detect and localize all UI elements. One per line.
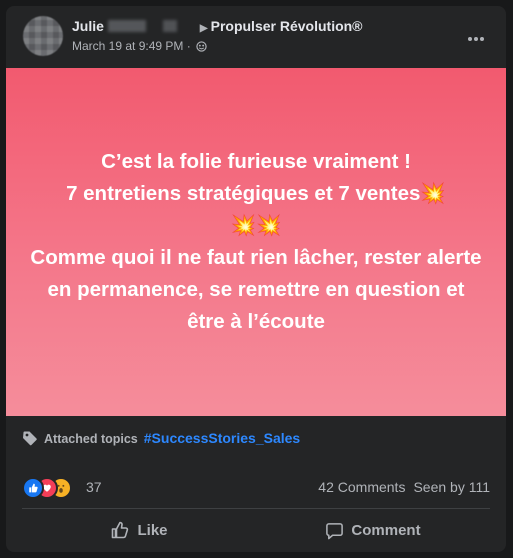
tag-icon bbox=[22, 430, 38, 449]
redacted-surname bbox=[107, 20, 194, 32]
post-meta: March 19 at 9:49 PM · bbox=[72, 39, 207, 55]
engagement-stats: 42 Comments Seen by 111 bbox=[318, 479, 490, 495]
like-label: Like bbox=[137, 521, 168, 539]
topic-hashtag-link[interactable]: #SuccessStories_Sales bbox=[144, 430, 300, 446]
globe-icon bbox=[196, 41, 207, 55]
reaction-count[interactable]: 37 bbox=[86, 479, 102, 495]
post-background: C’est la folie furieuse vraiment ! 7 ent… bbox=[6, 68, 506, 416]
seen-by-count[interactable]: Seen by 111 bbox=[413, 479, 490, 495]
attached-topics-label: Attached topics bbox=[44, 432, 138, 446]
action-divider bbox=[22, 508, 490, 509]
comment-button[interactable]: Comment bbox=[256, 512, 490, 548]
comments-count[interactable]: 42 Comments bbox=[318, 479, 405, 495]
author-avatar[interactable] bbox=[23, 16, 63, 56]
post-actions: Like Comment bbox=[22, 512, 490, 548]
comment-bubble-icon bbox=[325, 521, 344, 540]
caret-right-icon: ▶ bbox=[199, 23, 208, 34]
post-card: Julie ▶ Propulser Révolution® March 19 at … bbox=[6, 6, 506, 552]
post-body-text: C’est la folie furieuse vraiment ! 7 ent… bbox=[30, 150, 482, 333]
post-header: Julie ▶ Propulser Révolution® March 19 at … bbox=[6, 6, 506, 68]
like-button[interactable]: Like bbox=[22, 512, 256, 548]
post-stats: 37 42 Comments Seen by 111 bbox=[22, 476, 490, 499]
post-timestamp[interactable]: March 19 at 9:49 PM bbox=[72, 39, 183, 53]
like-reaction-icon bbox=[22, 477, 44, 499]
more-options-icon[interactable] bbox=[468, 28, 488, 41]
group-name[interactable]: Propulser Révolution® bbox=[211, 18, 363, 34]
meta-separator: · bbox=[186, 39, 191, 53]
attached-topics: Attached topics #SuccessStories_Sales bbox=[22, 430, 300, 450]
comment-label: Comment bbox=[351, 521, 421, 539]
author-name[interactable]: Julie bbox=[72, 18, 104, 34]
author-line: Julie ▶ Propulser Révolution® bbox=[72, 18, 363, 34]
thumbs-up-icon bbox=[110, 520, 130, 540]
